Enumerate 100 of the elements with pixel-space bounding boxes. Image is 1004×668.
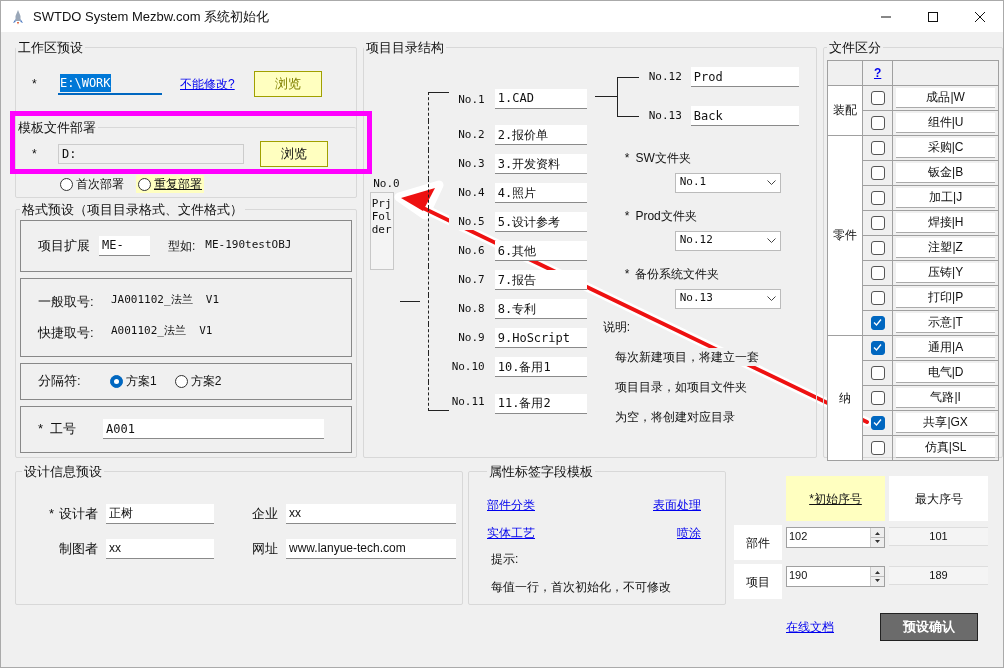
chevron-down-icon bbox=[766, 295, 776, 302]
group-title: 属性标签字段模板 bbox=[488, 463, 594, 481]
column-header: *初始序号 bbox=[786, 476, 885, 521]
radio-option[interactable]: 首次部署 bbox=[58, 175, 126, 193]
text-field[interactable]: 正树 bbox=[106, 503, 214, 524]
checkbox[interactable] bbox=[870, 140, 885, 155]
field-link[interactable]: 喷涂 bbox=[677, 523, 701, 542]
checkbox[interactable] bbox=[870, 90, 885, 105]
text-field[interactable]: xx bbox=[106, 538, 214, 559]
group-title: 文件区分 bbox=[828, 39, 883, 57]
node-number: No.13 bbox=[648, 107, 683, 124]
group-title: 工作区预设 bbox=[17, 39, 84, 57]
checkbox[interactable] bbox=[870, 165, 885, 180]
node-number: No.12 bbox=[648, 68, 683, 85]
folder-name-field[interactable]: 9.HoScript bbox=[494, 328, 587, 348]
checkbox[interactable] bbox=[870, 290, 885, 305]
column-header: 最大序号 bbox=[889, 476, 988, 521]
folder-name-field[interactable]: 8.专利 bbox=[494, 299, 587, 319]
file-type-button[interactable]: 气路|I bbox=[896, 387, 995, 408]
max-serial-field: 101 bbox=[889, 527, 988, 546]
rocket-icon bbox=[12, 8, 24, 25]
text-field[interactable]: A001 bbox=[103, 419, 324, 439]
folder-dropdown[interactable]: No.13 bbox=[674, 288, 781, 309]
file-type-button[interactable]: 电气|D bbox=[896, 362, 995, 383]
checkbox[interactable] bbox=[870, 415, 885, 430]
field-label: 快捷取号: bbox=[38, 324, 95, 342]
radio-option[interactable]: 方案2 bbox=[172, 372, 224, 390]
radio-option[interactable]: 方案1 bbox=[108, 372, 159, 390]
file-type-button[interactable]: 仿真|SL bbox=[896, 437, 995, 458]
folder-name-field[interactable]: 2.报价单 bbox=[494, 125, 587, 145]
file-type-button[interactable]: 钣金|B bbox=[896, 162, 995, 183]
file-type-button[interactable]: 组件|U bbox=[896, 112, 995, 133]
text-field[interactable]: www.lanyue-tech.com bbox=[286, 538, 456, 559]
spin-field[interactable]: 102 bbox=[786, 527, 885, 548]
help-link[interactable]: ? bbox=[873, 65, 882, 80]
checkbox[interactable] bbox=[870, 315, 885, 330]
radio-icon bbox=[174, 374, 188, 388]
folder-name-field[interactable]: 7.报告 bbox=[494, 270, 587, 290]
group-title: 设计信息预设 bbox=[23, 463, 103, 481]
required-mark: * bbox=[38, 420, 45, 439]
file-type-button[interactable]: 示意|T bbox=[896, 312, 995, 333]
folder-name-field[interactable]: 6.其他 bbox=[494, 241, 587, 261]
file-type-button[interactable]: 通用|A bbox=[896, 337, 995, 358]
naming-example: JA001102_法兰 V1 bbox=[111, 291, 220, 308]
folder-name-field[interactable]: 11.备用2 bbox=[494, 393, 587, 414]
field-label: 制图者 bbox=[58, 539, 98, 558]
close-icon bbox=[974, 11, 985, 22]
text-field[interactable]: ME- bbox=[99, 235, 150, 256]
path-field[interactable]: D: bbox=[58, 144, 244, 164]
folder-name-field[interactable]: 10.备用1 bbox=[494, 357, 587, 377]
confirm-button[interactable]: 预设确认 bbox=[880, 613, 978, 641]
group-label: 装配 bbox=[833, 103, 858, 117]
file-type-button[interactable]: 注塑|Z bbox=[896, 237, 995, 258]
help-link[interactable]: 不能修改? bbox=[180, 74, 235, 93]
folder-name-field[interactable]: 4.照片 bbox=[494, 183, 587, 203]
row-label: 部件 bbox=[734, 525, 782, 560]
folder-name-field[interactable]: 5.设计参考 bbox=[494, 212, 587, 232]
field-link[interactable]: 实体工艺 bbox=[487, 523, 535, 542]
field-link[interactable]: 表面处理 bbox=[653, 495, 701, 514]
file-type-button[interactable]: 成品|W bbox=[896, 87, 995, 108]
checkbox[interactable] bbox=[870, 215, 885, 230]
folder-label: * Prod文件夹 bbox=[624, 208, 698, 225]
field-label: 型如: bbox=[168, 237, 196, 255]
row-label: 项目 bbox=[734, 564, 782, 599]
hint-label: 提示: bbox=[490, 550, 520, 568]
field-link[interactable]: 部件分类 bbox=[487, 495, 535, 514]
browse-button[interactable]: 浏览 bbox=[260, 141, 328, 167]
root-node: PrjFolder bbox=[369, 192, 394, 270]
naming-example: A001102_法兰 V1 bbox=[111, 323, 213, 339]
checkbox[interactable] bbox=[870, 265, 885, 280]
browse-button[interactable]: 浏览 bbox=[253, 70, 322, 97]
file-type-button[interactable]: 加工|J bbox=[896, 187, 995, 208]
file-type-button[interactable]: 打印|P bbox=[896, 287, 995, 308]
path-field[interactable]: E:\WORK bbox=[58, 72, 162, 95]
checkbox[interactable] bbox=[870, 190, 885, 205]
checkbox[interactable] bbox=[870, 115, 885, 130]
folder-name-field[interactable]: Prod bbox=[690, 67, 799, 87]
file-type-button[interactable]: 压铸|Y bbox=[896, 262, 995, 283]
folder-dropdown[interactable]: No.1 bbox=[674, 172, 781, 193]
folder-name-field[interactable]: 3.开发资料 bbox=[494, 154, 587, 174]
field-label: 企业 bbox=[251, 504, 278, 523]
radio-option[interactable]: 重复部署 bbox=[136, 175, 204, 193]
notes-text: 为空，将创建对应目录 bbox=[614, 407, 735, 426]
radio-icon bbox=[110, 374, 123, 388]
checkbox[interactable] bbox=[870, 365, 885, 380]
spin-field[interactable]: 190 bbox=[786, 566, 885, 587]
chevron-down-icon bbox=[766, 179, 776, 186]
folder-dropdown[interactable]: No.12 bbox=[674, 230, 781, 251]
checkbox[interactable] bbox=[870, 390, 885, 405]
documentation-link[interactable]: 在线文档 bbox=[786, 618, 834, 636]
file-type-button[interactable]: 共享|GX bbox=[896, 412, 995, 433]
checkbox[interactable] bbox=[870, 340, 885, 355]
maximize-icon bbox=[927, 11, 938, 22]
file-type-button[interactable]: 采购|C bbox=[896, 137, 995, 158]
folder-name-field[interactable]: Back bbox=[690, 106, 799, 126]
checkbox[interactable] bbox=[870, 240, 885, 255]
checkbox[interactable] bbox=[870, 440, 885, 455]
text-field[interactable]: xx bbox=[286, 503, 456, 524]
folder-name-field[interactable]: 1.CAD bbox=[494, 88, 587, 109]
file-type-button[interactable]: 焊接|H bbox=[896, 212, 995, 233]
